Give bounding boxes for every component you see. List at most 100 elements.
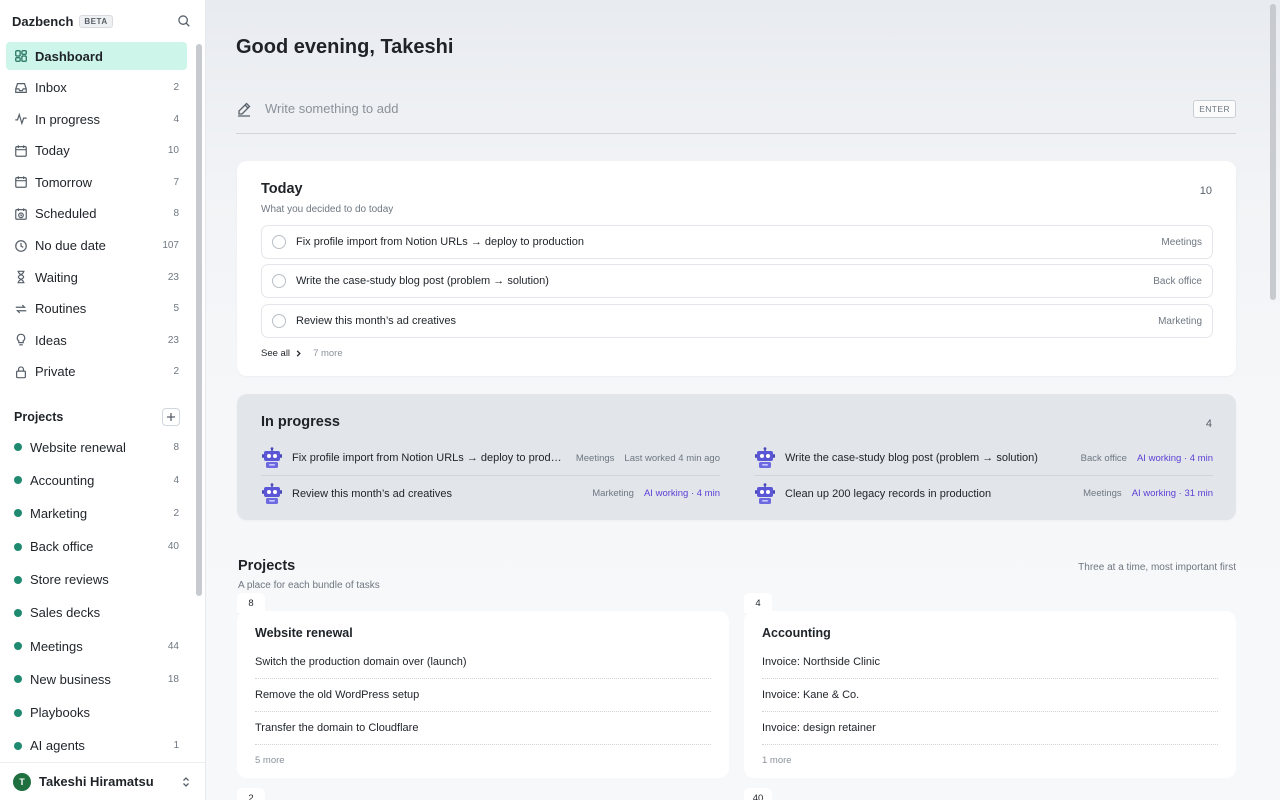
sidebar-project-store-reviews[interactable]: Store reviews (6, 567, 187, 593)
sidebar-project-accounting[interactable]: Accounting 4 (6, 467, 187, 493)
sidebar-project-meetings[interactable]: Meetings 44 (6, 633, 187, 659)
today-task-row[interactable]: Fix profile import from Notion URLs → de… (261, 225, 1213, 259)
sidebar-item-dashboard[interactable]: Dashboard (6, 42, 187, 70)
project-dot (14, 741, 22, 750)
in-progress-task-status: AI working · 4 min (1136, 452, 1213, 464)
calendar-icon (14, 175, 28, 189)
sidebar-item-ideas[interactable]: Ideas 23 (6, 326, 187, 354)
sidebar-item-routines[interactable]: Routines 5 (6, 295, 187, 323)
in-progress-task-status: AI working · 31 min (1131, 488, 1213, 499)
sidebar-item-count: 10 (167, 145, 179, 157)
sidebar-item-in-progress[interactable]: In progress 4 (6, 105, 187, 133)
project-task[interactable]: Switch the production domain over (launc… (255, 646, 711, 679)
task-checkbox[interactable] (272, 274, 286, 288)
project-card-accounting[interactable]: Accounting Invoice: Northside Clinic Inv… (744, 611, 1236, 778)
sidebar-item-label: Scheduled (35, 206, 97, 222)
sidebar-item-count: 4 (173, 113, 179, 125)
task-checkbox[interactable] (272, 235, 286, 249)
project-count-tab: 40 (744, 788, 772, 800)
project-count-tab: 8 (237, 593, 265, 613)
in-progress-count: 4 (1205, 418, 1212, 430)
sidebar-item-label: Tomorrow (35, 174, 93, 190)
sidebar-item-label: Private (35, 364, 76, 380)
project-count: 1 (173, 740, 179, 752)
project-count: 18 (167, 673, 179, 685)
page-title: Good evening, Takeshi (236, 36, 454, 58)
sidebar-item-scheduled[interactable]: Scheduled 8 (6, 200, 187, 228)
sidebar-project-new-business[interactable]: New business 18 (6, 666, 187, 692)
sidebar-nav: Dashboard Inbox 2 In progress 4 Today 10… (6, 42, 187, 390)
sidebar-project-website-renewal[interactable]: Website renewal 8 (6, 434, 187, 460)
avatar: T (13, 772, 31, 791)
task-title: Review this month’s ad creatives (296, 315, 456, 327)
in-progress-item[interactable]: Review this month’s ad creatives Marketi… (261, 476, 720, 511)
sidebar-item-tomorrow[interactable]: Tomorrow 7 (6, 168, 187, 196)
in-progress-task-tag: Back office (1080, 452, 1127, 464)
project-task[interactable]: Transfer the domain to Cloudflare (255, 712, 711, 745)
project-count: 4 (173, 474, 179, 486)
today-count: 10 (1199, 185, 1212, 197)
task-project-tag: Meetings (1161, 236, 1202, 248)
sidebar-item-count: 107 (162, 240, 179, 252)
sidebar-project-back-office[interactable]: Back office 40 (6, 534, 187, 560)
project-card-title: Website renewal (255, 626, 353, 640)
sidebar-item-label: In progress (35, 111, 101, 127)
sidebar-item-inbox[interactable]: Inbox 2 (6, 74, 187, 102)
calendar-clock-icon (14, 207, 28, 221)
today-card: Today What you decided to do today 10 Fi… (237, 161, 1236, 376)
sidebar-project-marketing[interactable]: Marketing 2 (6, 500, 187, 526)
in-progress-task-title: Clean up 200 legacy records in productio… (785, 487, 992, 500)
project-task[interactable]: Invoice: Kane & Co. (762, 679, 1218, 712)
project-task[interactable]: Invoice: Northside Clinic (762, 646, 1218, 679)
in-progress-task-tag: Marketing (592, 488, 634, 499)
in-progress-item[interactable]: Fix profile import from Notion URLs → de… (261, 441, 720, 476)
today-task-row[interactable]: Review this month’s ad creatives Marketi… (261, 304, 1213, 338)
plus-icon (167, 413, 175, 421)
task-project-tag: Back office (1153, 275, 1202, 287)
in-progress-task-tag: Meetings (1083, 488, 1122, 499)
project-dot (14, 476, 22, 485)
task-checkbox[interactable] (272, 314, 286, 328)
user-switcher[interactable]: T Takeshi Hiramatsu (0, 762, 205, 800)
add-project-button[interactable] (162, 408, 180, 426)
project-more-link[interactable]: 5 more (255, 755, 285, 766)
clock-icon (14, 239, 28, 253)
sidebar-project-playbooks[interactable]: Playbooks (6, 700, 187, 726)
sidebar: Dazbench BETA Dashboard Inbox 2 In progr… (0, 0, 206, 800)
project-label: Marketing (30, 505, 88, 521)
in-progress-task-title: Fix profile import from Notion URLs → de… (292, 452, 566, 464)
beta-badge: BETA (79, 15, 113, 28)
projects-section-note: Three at a time, most important first (1078, 562, 1236, 573)
hourglass-icon (14, 270, 28, 284)
in-progress-item[interactable]: Clean up 200 legacy records in productio… (754, 476, 1213, 511)
sidebar-item-count: 8 (173, 208, 179, 220)
in-progress-item[interactable]: Write the case-study blog post (problem … (754, 441, 1213, 476)
sidebar-item-no-due-date[interactable]: No due date 107 (6, 232, 187, 260)
project-card-title: Accounting (762, 626, 831, 640)
project-label: Meetings (30, 638, 83, 654)
today-task-row[interactable]: Write the case-study blog post (problem … (261, 264, 1213, 298)
search-icon[interactable] (177, 14, 193, 30)
more-count: 7 more (313, 348, 343, 359)
sidebar-item-waiting[interactable]: Waiting 23 (6, 263, 187, 291)
project-dot (14, 608, 22, 617)
quick-add-input[interactable] (265, 101, 1194, 116)
sidebar-item-label: Ideas (35, 332, 67, 348)
sidebar-scroll-thumb[interactable] (196, 44, 202, 596)
project-task[interactable]: Remove the old WordPress setup (255, 679, 711, 712)
sidebar-item-today[interactable]: Today 10 (6, 137, 187, 165)
sidebar-item-label: No due date (35, 238, 106, 254)
sidebar-project-ai-agents[interactable]: AI agents 1 (6, 733, 187, 759)
sidebar-item-private[interactable]: Private 2 (6, 358, 187, 386)
pencil-icon (236, 101, 252, 117)
lightbulb-icon (14, 333, 28, 347)
project-task[interactable]: Invoice: design retainer (762, 712, 1218, 745)
project-card-website-renewal[interactable]: Website renewal Switch the production do… (237, 611, 729, 778)
in-progress-task-title: Review this month’s ad creatives (292, 487, 452, 500)
project-label: Back office (30, 539, 94, 555)
project-more-link[interactable]: 1 more (762, 755, 792, 766)
projects-nav-heading: Projects (14, 410, 64, 424)
sidebar-project-sales-decks[interactable]: Sales decks (6, 600, 187, 626)
see-all-link[interactable]: See all (261, 348, 290, 359)
main-scroll-thumb[interactable] (1270, 4, 1276, 300)
